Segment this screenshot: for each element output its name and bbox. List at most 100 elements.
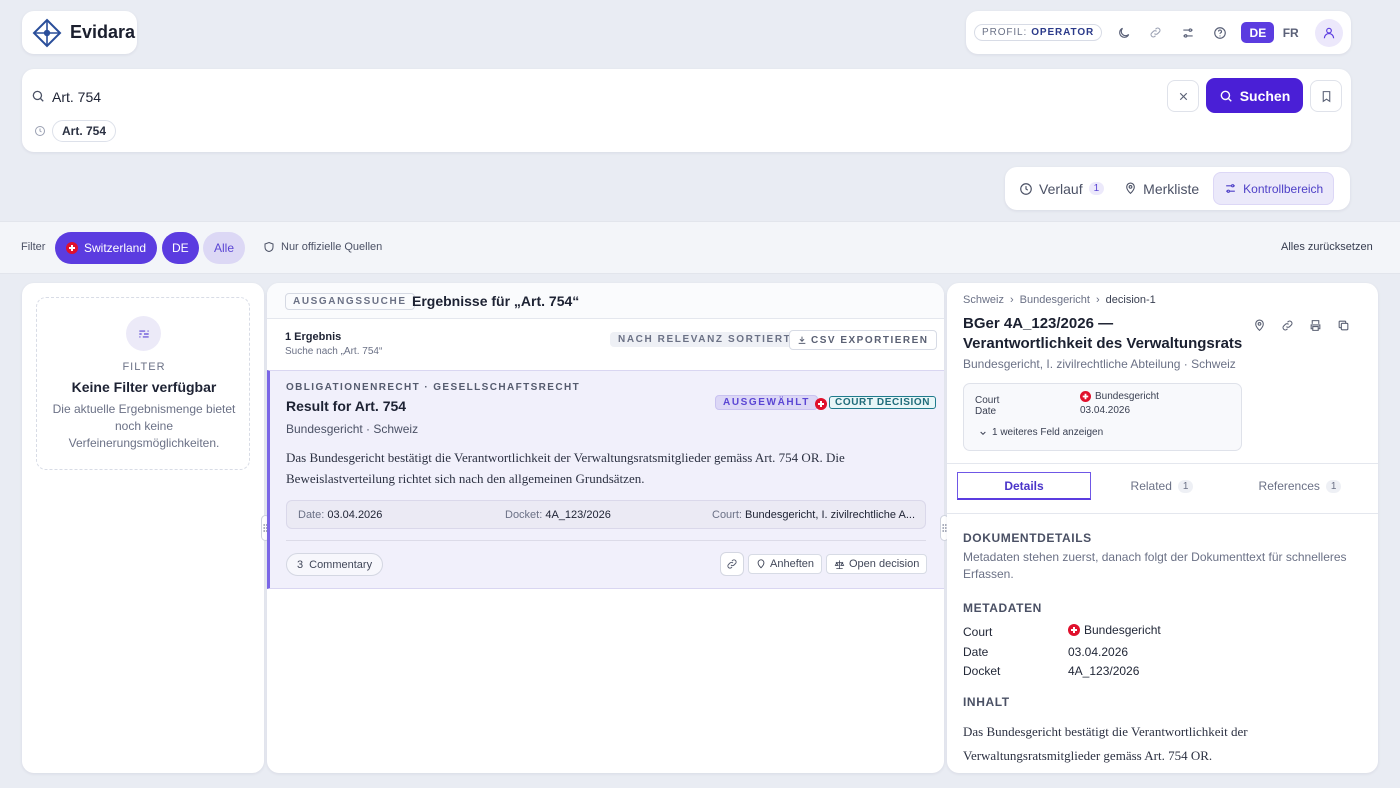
pin-button[interactable]: Anheften <box>748 554 823 574</box>
results-count: 1 Ergebnis <box>285 331 342 343</box>
country-filter-chip[interactable]: Switzerland <box>55 232 158 264</box>
search-panel: Suchen Art. 754 <box>22 69 1351 152</box>
chip-label: Switzerland <box>84 241 147 255</box>
swiss-flag-icon <box>1080 391 1091 402</box>
download-icon <box>798 336 806 344</box>
empty-filters-text: Die aktuelle Ergebnismenge bietet noch k… <box>52 402 236 450</box>
doc-section-title: DOKUMENTDETAILS <box>963 531 1092 545</box>
summary-label: Court <box>975 395 1000 406</box>
divider <box>286 540 926 541</box>
commentary-chip[interactable]: 3 Commentary <box>286 553 384 576</box>
filter-bar-label: Filter <box>21 241 46 253</box>
open-label: Open decision <box>849 558 920 570</box>
lang-de-button[interactable]: DE <box>1241 22 1275 43</box>
filter-icon <box>126 316 161 351</box>
scope-filter-chip[interactable]: Alle <box>203 232 246 264</box>
tab-label: Verlauf <box>1039 180 1083 197</box>
sort-badge[interactable]: NACH RELEVANZ SORTIERT <box>610 332 800 347</box>
help-icon[interactable] <box>1204 19 1236 47</box>
profile-label: PROFIL: <box>982 27 1028 38</box>
more-fields-toggle[interactable]: 1 weiteres Feld anzeigen <box>979 427 1103 438</box>
breadcrumb-item[interactable]: Schweiz <box>963 294 1004 306</box>
detail-title: BGer 4A_123/2026 — Verantwortlichkeit de… <box>963 315 1243 352</box>
pin-icon <box>1126 182 1135 195</box>
view-tabs: Verlauf 1 Merkliste Kontrollbereich <box>1005 167 1350 210</box>
official-sources-toggle[interactable]: Nur offizielle Quellen <box>263 241 382 253</box>
history-icon <box>34 125 46 137</box>
print-icon[interactable] <box>1309 319 1322 332</box>
search-icon <box>1220 90 1232 102</box>
history-chip[interactable]: Art. 754 <box>52 120 117 142</box>
clear-search-button[interactable] <box>1167 80 1199 112</box>
search-icon <box>31 89 45 103</box>
language-filter-chip[interactable]: DE <box>162 232 199 264</box>
link-icon[interactable] <box>1281 319 1294 332</box>
metadata-label: Docket <box>963 664 1001 678</box>
profile-badge[interactable]: PROFIL: OPERATOR <box>974 24 1103 41</box>
search-input[interactable] <box>52 87 1152 107</box>
sliders-icon[interactable] <box>1172 19 1204 47</box>
profile-value: OPERATOR <box>1031 27 1095 38</box>
reset-all-link[interactable]: Alles zurücksetzen <box>1281 241 1373 253</box>
user-avatar[interactable] <box>1315 18 1343 47</box>
document-content: Das Bundesgericht bestätigt die Verantwo… <box>963 724 1248 763</box>
commentary-label: Commentary <box>309 558 373 571</box>
tab-verlauf[interactable]: Verlauf 1 <box>1009 172 1114 205</box>
link-icon <box>727 559 737 569</box>
tab-kontrollbereich[interactable]: Kontrollbereich <box>1213 172 1335 205</box>
commentary-count: 3 <box>297 558 304 571</box>
pin-label: Anheften <box>770 558 815 570</box>
filter-bar: Filter Switzerland DE Alle Nur offiziell… <box>0 221 1400 274</box>
tab-merkliste[interactable]: Merkliste <box>1114 172 1209 205</box>
detail-panel: Schweiz › Bundesgericht › decision-1 BGe… <box>947 283 1378 773</box>
swiss-flag-icon <box>815 398 827 410</box>
sliders-icon <box>1226 184 1236 193</box>
shield-icon <box>264 241 274 253</box>
scale-icon <box>834 559 845 569</box>
results-title: Ergebnisse für „Art. 754“ <box>412 293 580 309</box>
search-button-label: Suchen <box>1239 87 1291 104</box>
top-toolbar: PROFIL: OPERATOR DE FR <box>966 11 1351 54</box>
metadata-date: 03.04.2026 <box>1068 645 1129 659</box>
summary-court: Bundesgericht <box>1080 391 1159 402</box>
tab-count: 1 <box>1088 182 1105 195</box>
open-decision-button[interactable]: Open decision <box>826 554 928 574</box>
results-subtitle: Suche nach „Art. 754“ <box>285 346 383 357</box>
link-icon[interactable] <box>1140 19 1172 47</box>
tab-related[interactable]: Related 1 <box>1095 472 1229 500</box>
app-logo[interactable]: Evidara <box>22 11 137 54</box>
content-section-title: INHALT <box>963 695 1010 709</box>
copy-icon[interactable] <box>1337 319 1350 332</box>
metadata-court: Bundesgericht <box>1068 623 1161 637</box>
pin-icon[interactable] <box>1253 319 1266 332</box>
bookmark-icon <box>1322 90 1330 102</box>
detail-actions <box>1253 319 1350 332</box>
close-icon <box>1179 92 1187 100</box>
csv-export-button[interactable]: CSV EXPORTIEREN <box>789 330 937 350</box>
search-button[interactable]: Suchen <box>1206 78 1303 113</box>
mode-badge: AUSGANGSSUCHE <box>285 293 415 310</box>
copy-link-button[interactable] <box>720 552 744 576</box>
bookmark-search-button[interactable] <box>1310 80 1342 112</box>
meta-docket: Docket: 4A_123/2026 <box>505 509 611 521</box>
result-title[interactable]: Result for Art. 754 <box>286 398 406 414</box>
export-label: CSV EXPORTIEREN <box>811 334 929 346</box>
lang-fr-button[interactable]: FR <box>1274 22 1307 43</box>
meta-date: Date: 03.04.2026 <box>298 509 383 521</box>
tab-label: Kontrollbereich <box>1243 181 1324 196</box>
result-item[interactable]: OBLIGATIONENRECHT · GESELLSCHAFTSRECHT R… <box>267 370 944 589</box>
chevron-right-icon: › <box>1095 294 1100 306</box>
clock-icon <box>1020 182 1032 195</box>
summary-date: 03.04.2026 <box>1080 405 1131 416</box>
result-source: Bundesgericht · Schweiz <box>286 422 419 436</box>
result-category: OBLIGATIONENRECHT · GESELLSCHAFTSRECHT <box>286 382 581 393</box>
logo-icon <box>32 18 62 48</box>
tab-references[interactable]: References 1 <box>1233 472 1367 500</box>
summary-label: Date <box>975 406 997 417</box>
breadcrumb-item[interactable]: Bundesgericht <box>1020 294 1090 306</box>
tab-label: Merkliste <box>1143 180 1200 197</box>
moon-icon[interactable] <box>1108 19 1140 47</box>
tab-details[interactable]: Details <box>957 472 1091 500</box>
breadcrumb: Schweiz › Bundesgericht › decision-1 <box>963 294 1156 306</box>
chevron-right-icon: › <box>1009 294 1014 306</box>
